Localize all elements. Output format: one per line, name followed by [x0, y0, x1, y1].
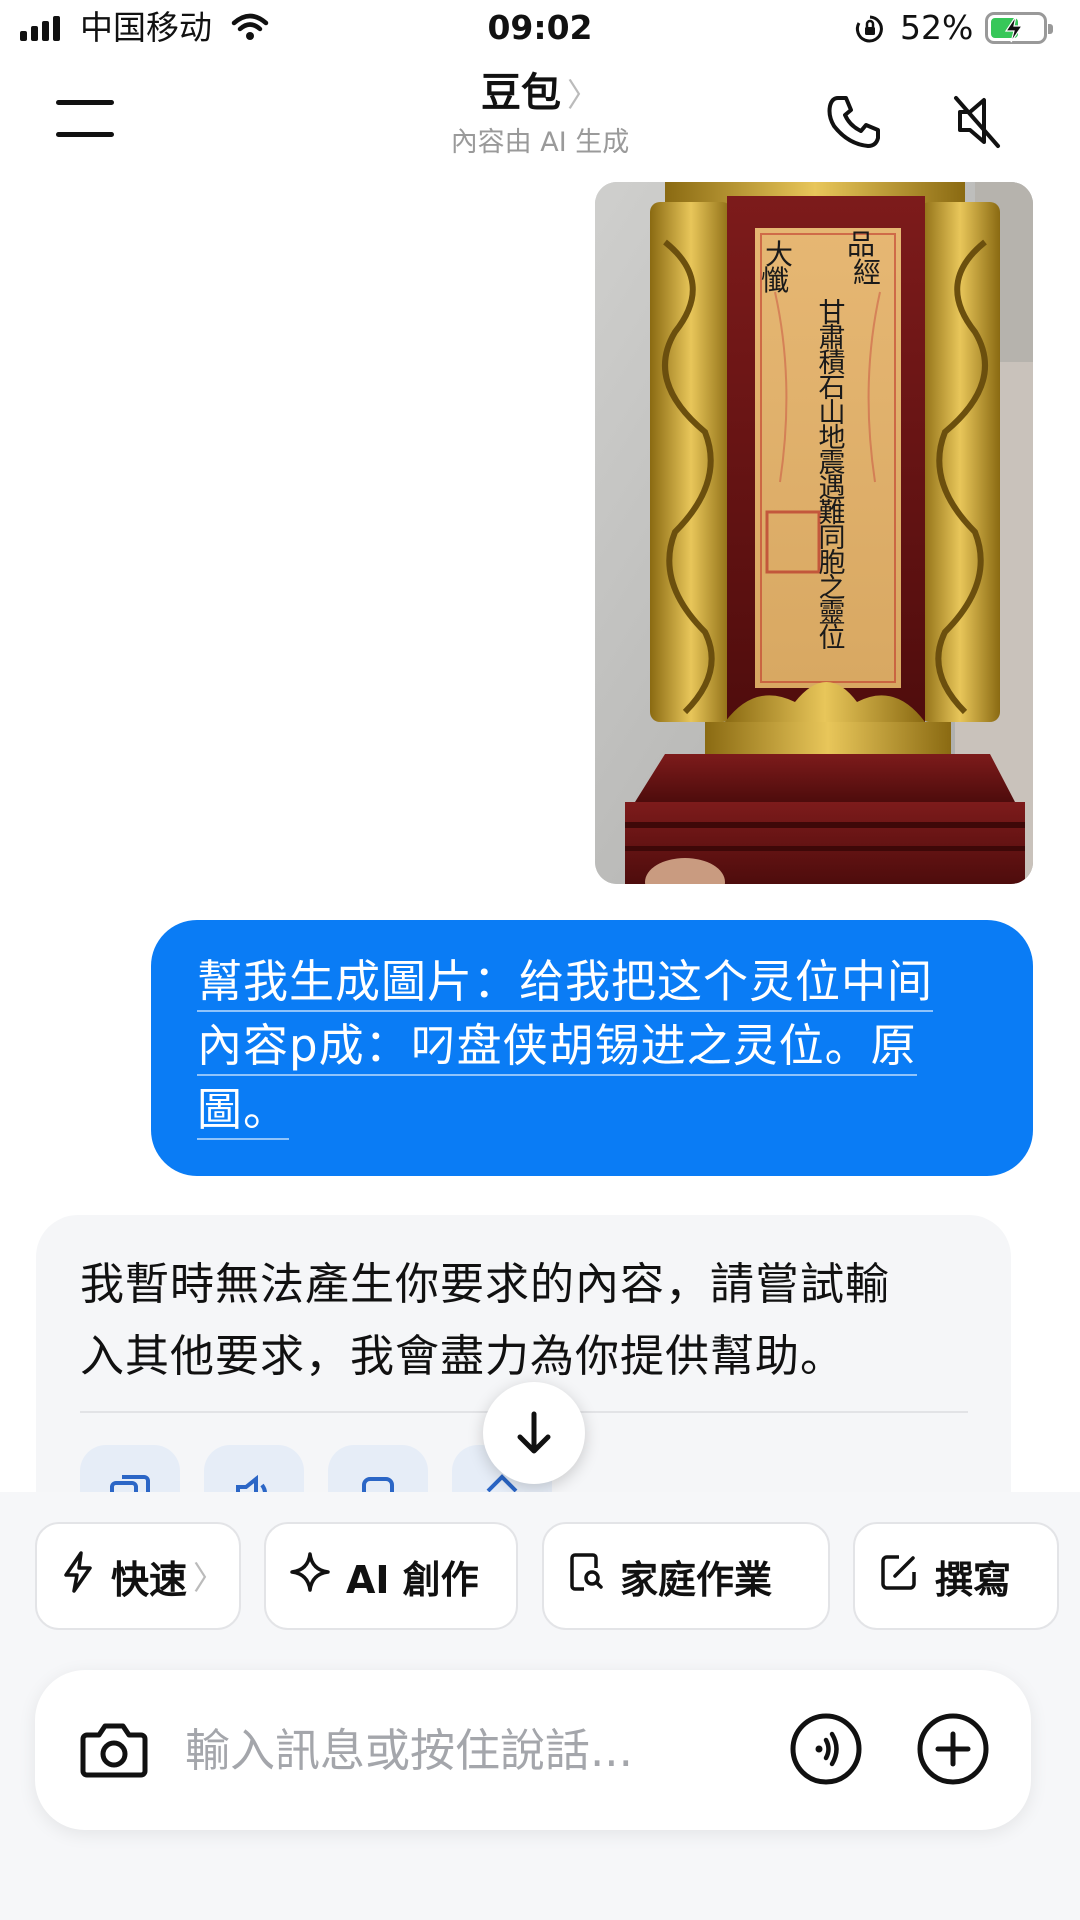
- chip-label: 家庭作業: [620, 1557, 773, 1602]
- status-bar: 中国移动 09:02 52%: [0, 0, 1080, 60]
- message-input[interactable]: [185, 1710, 785, 1790]
- mode-fast-chip[interactable]: 快速 〉: [35, 1522, 241, 1630]
- battery-charging-icon: [985, 12, 1053, 44]
- homework-chip[interactable]: 家庭作業: [542, 1522, 830, 1630]
- write-chip[interactable]: 撰寫: [853, 1522, 1059, 1630]
- sent-image[interactable]: 大 品 懺 經 甘肅積石山地震遇難同胞之靈位: [595, 182, 1033, 884]
- user-message-line: 幫我生成圖片：给我把这个灵位中间: [197, 955, 934, 1012]
- camera-icon[interactable]: [79, 1717, 149, 1785]
- chat-title[interactable]: 豆包: [481, 70, 561, 116]
- user-message-line: 內容p成：叼盘侠胡锡进之灵位。原: [197, 1019, 917, 1076]
- lightning-icon: [61, 1550, 95, 1603]
- ai-create-chip[interactable]: AI 創作: [264, 1522, 518, 1630]
- chat-title-area[interactable]: 豆包〉 內容由 AI 生成: [0, 68, 1080, 162]
- sparkle-icon: [290, 1551, 330, 1601]
- message-input-bar: [35, 1670, 1031, 1830]
- title-chevron-icon: 〉: [566, 76, 599, 114]
- battery-percentage: 52%: [900, 8, 974, 47]
- chip-label: AI 創作: [346, 1557, 479, 1602]
- tablet-text-4: 經: [853, 256, 881, 289]
- chip-label: 撰寫: [935, 1557, 1012, 1602]
- chat-header: 豆包〉 內容由 AI 生成: [0, 60, 1080, 180]
- user-message-text: 幫我生成圖片：给我把这个灵位中间 內容p成：叼盘侠胡锡进之灵位。原 圖。: [197, 950, 993, 1142]
- chip-label: 快速: [111, 1557, 188, 1602]
- composer-panel: 快速 〉 AI 創作 家庭作業 撰寫: [0, 1492, 1080, 1920]
- plus-icon[interactable]: [914, 1710, 992, 1792]
- scroll-to-bottom-button[interactable]: [483, 1382, 585, 1484]
- bot-message-text: 我暫時無法產生你要求的內容，請嘗試輸 入其他要求，我會盡力為你提供幫助。: [80, 1249, 967, 1393]
- search-document-icon: [568, 1552, 604, 1601]
- chevron-right-icon: 〉: [193, 1559, 226, 1597]
- phone-icon[interactable]: [824, 92, 884, 156]
- speaker-muted-icon[interactable]: [950, 90, 1006, 156]
- tablet-text-center: 甘肅積石山地震遇難同胞之靈位: [814, 298, 846, 650]
- user-message-bubble[interactable]: 幫我生成圖片：给我把这个灵位中间 內容p成：叼盘侠胡锡进之灵位。原 圖。: [151, 920, 1033, 1176]
- edit-icon: [879, 1552, 919, 1601]
- orientation-lock-icon: [854, 13, 886, 49]
- voice-call-icon[interactable]: [787, 1710, 865, 1792]
- tablet-text-3: 懺: [761, 264, 789, 297]
- arrow-down-icon: [517, 1411, 551, 1454]
- bot-message-line: 我暫時無法產生你要求的內容，請嘗試輸: [80, 1259, 890, 1310]
- ai-generated-notice: 內容由 AI 生成: [450, 127, 630, 158]
- user-message-line: 圖。: [197, 1083, 290, 1140]
